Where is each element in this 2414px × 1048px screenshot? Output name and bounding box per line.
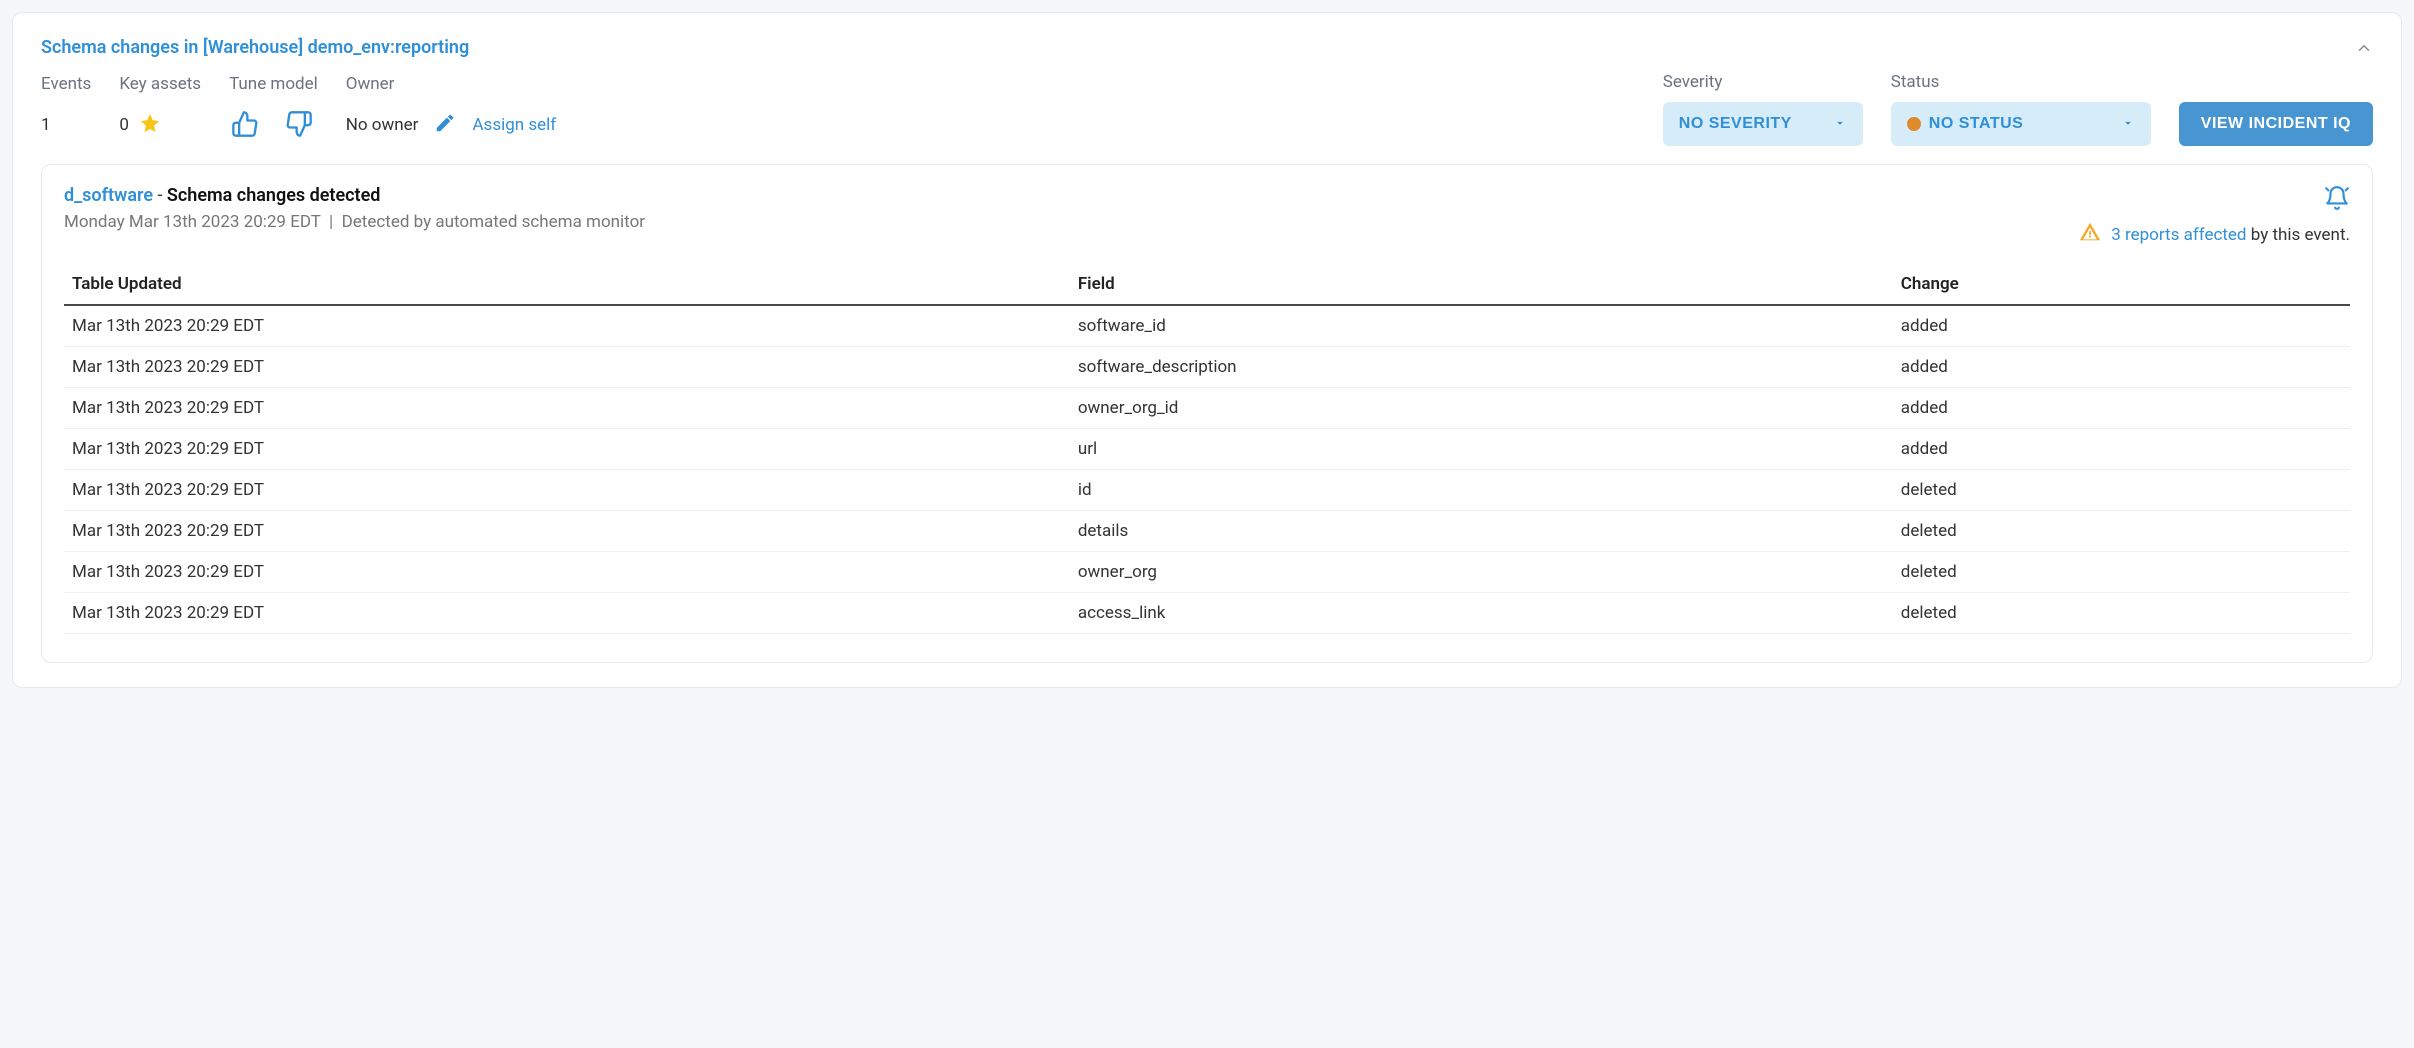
cell-table-updated: Mar 13th 2023 20:29 EDT <box>64 552 1070 593</box>
cell-change: added <box>1893 388 2350 429</box>
incident-card: Schema changes in [Warehouse] demo_env:r… <box>12 12 2402 688</box>
th-field: Field <box>1070 264 1893 305</box>
status-col: Status NO STATUS <box>1891 72 2151 146</box>
cell-field: software_id <box>1070 305 1893 347</box>
event-description: Schema changes detected <box>167 185 381 206</box>
cell-field: owner_org <box>1070 552 1893 593</box>
event-header: d_software - Schema changes detected Mon… <box>64 185 2350 248</box>
owner-value: No owner <box>346 115 419 135</box>
cell-change: added <box>1893 429 2350 470</box>
owner-col: Owner No owner Assign self <box>346 74 556 146</box>
thumbs-up-icon <box>231 110 259 141</box>
star-icon <box>139 112 161 138</box>
cell-change: deleted <box>1893 552 2350 593</box>
info-bar: Events 1 Key assets 0 Tune model <box>41 72 2373 146</box>
cell-change: deleted <box>1893 511 2350 552</box>
cell-field: url <box>1070 429 1893 470</box>
severity-col: Severity NO SEVERITY <box>1663 72 1863 146</box>
cell-field: id <box>1070 470 1893 511</box>
table-row: Mar 13th 2023 20:29 EDTowner_orgdeleted <box>64 552 2350 593</box>
affected-tail: by this event. <box>2247 225 2350 245</box>
event-card: d_software - Schema changes detected Mon… <box>41 164 2373 663</box>
event-title: d_software - Schema changes detected <box>64 185 645 206</box>
key-assets-col: Key assets 0 <box>119 74 201 146</box>
table-row: Mar 13th 2023 20:29 EDTurladded <box>64 429 2350 470</box>
action-col: VIEW INCIDENT IQ <box>2179 76 2373 146</box>
cell-field: software_description <box>1070 347 1893 388</box>
tune-model-label: Tune model <box>229 74 318 94</box>
event-detected-by: Detected by automated schema monitor <box>342 212 645 232</box>
table-row: Mar 13th 2023 20:29 EDTdetailsdeleted <box>64 511 2350 552</box>
cell-field: owner_org_id <box>1070 388 1893 429</box>
table-row: Mar 13th 2023 20:29 EDTaccess_linkdelete… <box>64 593 2350 634</box>
edit-owner-icon[interactable] <box>434 112 456 138</box>
reports-affected-link[interactable]: 3 reports affected <box>2111 225 2246 245</box>
cell-table-updated: Mar 13th 2023 20:29 EDT <box>64 593 1070 634</box>
bell-icon[interactable] <box>2324 185 2350 215</box>
severity-select[interactable]: NO SEVERITY <box>1663 102 1863 146</box>
event-sep: - <box>153 185 167 206</box>
status-select[interactable]: NO STATUS <box>1891 102 2151 146</box>
thumbs-up-button[interactable] <box>229 108 261 143</box>
schema-changes-table: Table Updated Field Change Mar 13th 2023… <box>64 264 2350 634</box>
key-assets-label: Key assets <box>119 74 201 94</box>
event-timestamp: Monday Mar 13th 2023 20:29 EDT <box>64 212 321 232</box>
table-row: Mar 13th 2023 20:29 EDTowner_org_idadded <box>64 388 2350 429</box>
table-row: Mar 13th 2023 20:29 EDTiddeleted <box>64 470 2350 511</box>
thumbs-down-button[interactable] <box>283 108 315 143</box>
severity-label: Severity <box>1663 72 1863 92</box>
event-asset-link[interactable]: d_software <box>64 185 153 206</box>
cell-table-updated: Mar 13th 2023 20:29 EDT <box>64 511 1070 552</box>
cell-change: deleted <box>1893 470 2350 511</box>
owner-label: Owner <box>346 74 556 94</box>
cell-table-updated: Mar 13th 2023 20:29 EDT <box>64 347 1070 388</box>
tune-model-col: Tune model <box>229 74 318 146</box>
collapse-icon[interactable] <box>2355 39 2373 57</box>
cell-table-updated: Mar 13th 2023 20:29 EDT <box>64 470 1070 511</box>
status-dot-icon <box>1907 117 1921 131</box>
events-col: Events 1 <box>41 74 91 146</box>
card-header: Schema changes in [Warehouse] demo_env:r… <box>41 37 2373 58</box>
th-table-updated: Table Updated <box>64 264 1070 305</box>
thumbs-down-icon <box>285 110 313 141</box>
cell-change: deleted <box>1893 593 2350 634</box>
cell-table-updated: Mar 13th 2023 20:29 EDT <box>64 305 1070 347</box>
assign-self-link[interactable]: Assign self <box>472 115 556 135</box>
view-incident-iq-button[interactable]: VIEW INCIDENT IQ <box>2179 102 2373 146</box>
cell-table-updated: Mar 13th 2023 20:29 EDT <box>64 388 1070 429</box>
severity-value: NO SEVERITY <box>1679 115 1792 133</box>
table-row: Mar 13th 2023 20:29 EDTsoftware_idadded <box>64 305 2350 347</box>
affected-line: 3 reports affected by this event. <box>2079 221 2350 248</box>
chevron-down-icon <box>1833 116 1847 133</box>
status-label: Status <box>1891 72 2151 92</box>
chevron-down-icon <box>2121 116 2135 133</box>
status-value: NO STATUS <box>1929 115 2024 133</box>
th-change: Change <box>1893 264 2350 305</box>
cell-table-updated: Mar 13th 2023 20:29 EDT <box>64 429 1070 470</box>
cell-change: added <box>1893 305 2350 347</box>
cell-change: added <box>1893 347 2350 388</box>
incident-title-link[interactable]: Schema changes in [Warehouse] demo_env:r… <box>41 37 469 58</box>
warning-icon <box>2079 221 2101 248</box>
event-meta: Monday Mar 13th 2023 20:29 EDT | Detecte… <box>64 212 645 232</box>
cell-field: details <box>1070 511 1893 552</box>
key-assets-value: 0 <box>119 115 129 135</box>
events-label: Events <box>41 74 91 94</box>
events-value: 1 <box>41 115 51 135</box>
table-row: Mar 13th 2023 20:29 EDTsoftware_descript… <box>64 347 2350 388</box>
cell-field: access_link <box>1070 593 1893 634</box>
